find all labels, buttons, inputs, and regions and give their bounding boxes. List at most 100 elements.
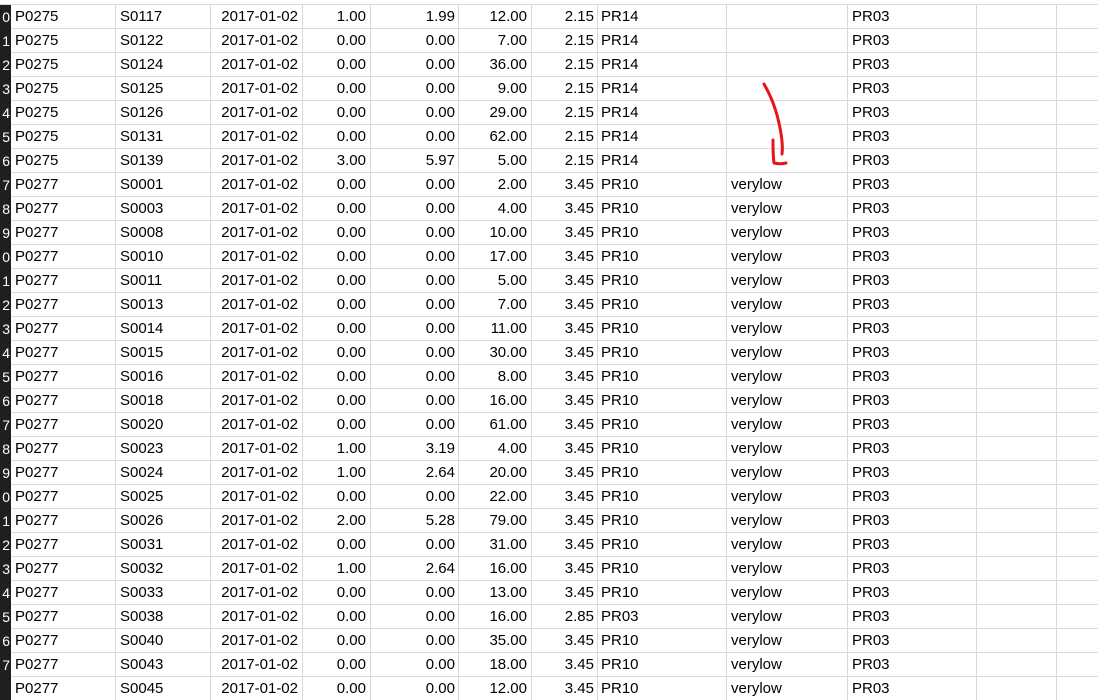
cell-revenue[interactable]: 0.00 (371, 101, 459, 125)
cell-product[interactable]: P0275 (11, 53, 116, 77)
cell-product[interactable]: P0277 (11, 629, 116, 653)
cell-group[interactable]: PR03 (848, 101, 977, 125)
table-row[interactable]: 0 P0275 S0117 2017-01-02 1.00 1.99 12.00 2.15 PR… (0, 5, 1098, 29)
cell-product[interactable]: P0275 (11, 5, 116, 29)
cell-store[interactable]: S0045 (116, 677, 211, 700)
cell-date[interactable]: 2017-01-02 (211, 413, 303, 437)
cell-group[interactable]: PR03 (848, 557, 977, 581)
cell-empty[interactable] (977, 53, 1057, 77)
table-row[interactable]: 9 P0277 S0008 2017-01-02 0.00 0.00 10.00 3.45 PR… (0, 221, 1098, 245)
cell-stock[interactable]: 29.00 (459, 101, 532, 125)
cell-store[interactable]: S0010 (116, 245, 211, 269)
table-row[interactable]: 0 P0277 S0025 2017-01-02 0.00 0.00 22.00 3.45 PR… (0, 485, 1098, 509)
cell-price[interactable]: 2.85 (532, 605, 598, 629)
cell-store[interactable]: S0124 (116, 53, 211, 77)
cell-quantity[interactable]: 0.00 (303, 389, 371, 413)
cell-date[interactable]: 2017-01-02 (211, 557, 303, 581)
cell-store[interactable]: S0125 (116, 77, 211, 101)
cell-empty[interactable] (977, 245, 1057, 269)
cell-price[interactable]: 2.15 (532, 149, 598, 173)
cell-group[interactable]: PR03 (848, 197, 977, 221)
cell-empty[interactable] (977, 653, 1057, 677)
cell-date[interactable]: 2017-01-02 (211, 101, 303, 125)
cell-level[interactable]: verylow (727, 293, 848, 317)
cell-empty[interactable] (977, 605, 1057, 629)
cell-revenue[interactable]: 0.00 (371, 197, 459, 221)
cell-level[interactable]: verylow (727, 413, 848, 437)
cell-quantity[interactable]: 0.00 (303, 77, 371, 101)
table-row[interactable]: 1 P0277 S0026 2017-01-02 2.00 5.28 79.00 3.45 PR… (0, 509, 1098, 533)
cell-empty[interactable] (1057, 365, 1098, 389)
cell-quantity[interactable]: 0.00 (303, 677, 371, 700)
cell-price[interactable]: 2.15 (532, 77, 598, 101)
cell-date[interactable]: 2017-01-02 (211, 437, 303, 461)
cell-price[interactable]: 3.45 (532, 461, 598, 485)
cell-store[interactable]: S0001 (116, 173, 211, 197)
cell-level[interactable]: verylow (727, 245, 848, 269)
cell-promo-code[interactable]: PR03 (598, 605, 727, 629)
cell-date[interactable]: 2017-01-02 (211, 173, 303, 197)
cell-stock[interactable]: 30.00 (459, 341, 532, 365)
cell-promo-code[interactable]: PR10 (598, 557, 727, 581)
cell-date[interactable]: 2017-01-02 (211, 197, 303, 221)
cell-date[interactable]: 2017-01-02 (211, 29, 303, 53)
cell-quantity[interactable]: 0.00 (303, 245, 371, 269)
cell-level[interactable]: verylow (727, 485, 848, 509)
table-row[interactable]: 3 P0275 S0125 2017-01-02 0.00 0.00 9.00 2.15 PR1… (0, 77, 1098, 101)
cell-quantity[interactable]: 1.00 (303, 437, 371, 461)
cell-stock[interactable]: 2.00 (459, 173, 532, 197)
cell-revenue[interactable]: 0.00 (371, 53, 459, 77)
cell-stock[interactable]: 5.00 (459, 269, 532, 293)
cell-empty[interactable] (1057, 389, 1098, 413)
cell-revenue[interactable]: 0.00 (371, 125, 459, 149)
cell-price[interactable]: 3.45 (532, 341, 598, 365)
cell-price[interactable]: 3.45 (532, 509, 598, 533)
cell-promo-code[interactable]: PR14 (598, 101, 727, 125)
cell-level[interactable]: verylow (727, 677, 848, 700)
cell-revenue[interactable]: 0.00 (371, 221, 459, 245)
cell-store[interactable]: S0023 (116, 437, 211, 461)
cell-level[interactable]: verylow (727, 221, 848, 245)
cell-level[interactable]: verylow (727, 461, 848, 485)
cell-group[interactable]: PR03 (848, 629, 977, 653)
cell-stock[interactable]: 5.00 (459, 149, 532, 173)
cell-price[interactable]: 3.45 (532, 557, 598, 581)
cell-price[interactable]: 3.45 (532, 413, 598, 437)
table-row[interactable]: 4 P0277 S0015 2017-01-02 0.00 0.00 30.00 3.45 PR… (0, 341, 1098, 365)
cell-promo-code[interactable]: PR14 (598, 53, 727, 77)
cell-level[interactable]: verylow (727, 269, 848, 293)
cell-quantity[interactable]: 0.00 (303, 269, 371, 293)
cell-store[interactable]: S0043 (116, 653, 211, 677)
cell-empty[interactable] (1057, 197, 1098, 221)
cell-store[interactable]: S0122 (116, 29, 211, 53)
cell-empty[interactable] (977, 437, 1057, 461)
cell-product[interactable]: P0277 (11, 653, 116, 677)
cell-product[interactable]: P0277 (11, 557, 116, 581)
cell-quantity[interactable]: 0.00 (303, 293, 371, 317)
cell-date[interactable]: 2017-01-02 (211, 485, 303, 509)
cell-stock[interactable]: 17.00 (459, 245, 532, 269)
cell-product[interactable]: P0277 (11, 317, 116, 341)
cell-group[interactable]: PR03 (848, 125, 977, 149)
cell-promo-code[interactable]: PR10 (598, 677, 727, 700)
cell-store[interactable]: S0014 (116, 317, 211, 341)
cell-quantity[interactable]: 2.00 (303, 509, 371, 533)
cell-quantity[interactable]: 0.00 (303, 485, 371, 509)
cell-level[interactable]: verylow (727, 341, 848, 365)
cell-revenue[interactable]: 0.00 (371, 245, 459, 269)
cell-revenue[interactable]: 0.00 (371, 581, 459, 605)
cell-revenue[interactable]: 0.00 (371, 629, 459, 653)
cell-price[interactable]: 3.45 (532, 677, 598, 700)
cell-store[interactable]: S0040 (116, 629, 211, 653)
cell-stock[interactable]: 12.00 (459, 5, 532, 29)
cell-date[interactable]: 2017-01-02 (211, 365, 303, 389)
cell-store[interactable]: S0015 (116, 341, 211, 365)
cell-quantity[interactable]: 0.00 (303, 197, 371, 221)
cell-quantity[interactable]: 0.00 (303, 173, 371, 197)
table-row[interactable]: 6 P0275 S0139 2017-01-02 3.00 5.97 5.00 2.15 PR1… (0, 149, 1098, 173)
cell-empty[interactable] (1057, 413, 1098, 437)
table-row[interactable]: 0 P0277 S0010 2017-01-02 0.00 0.00 17.00 3.45 PR… (0, 245, 1098, 269)
cell-promo-code[interactable]: PR10 (598, 317, 727, 341)
cell-product[interactable]: P0275 (11, 101, 116, 125)
cell-promo-code[interactable]: PR10 (598, 293, 727, 317)
